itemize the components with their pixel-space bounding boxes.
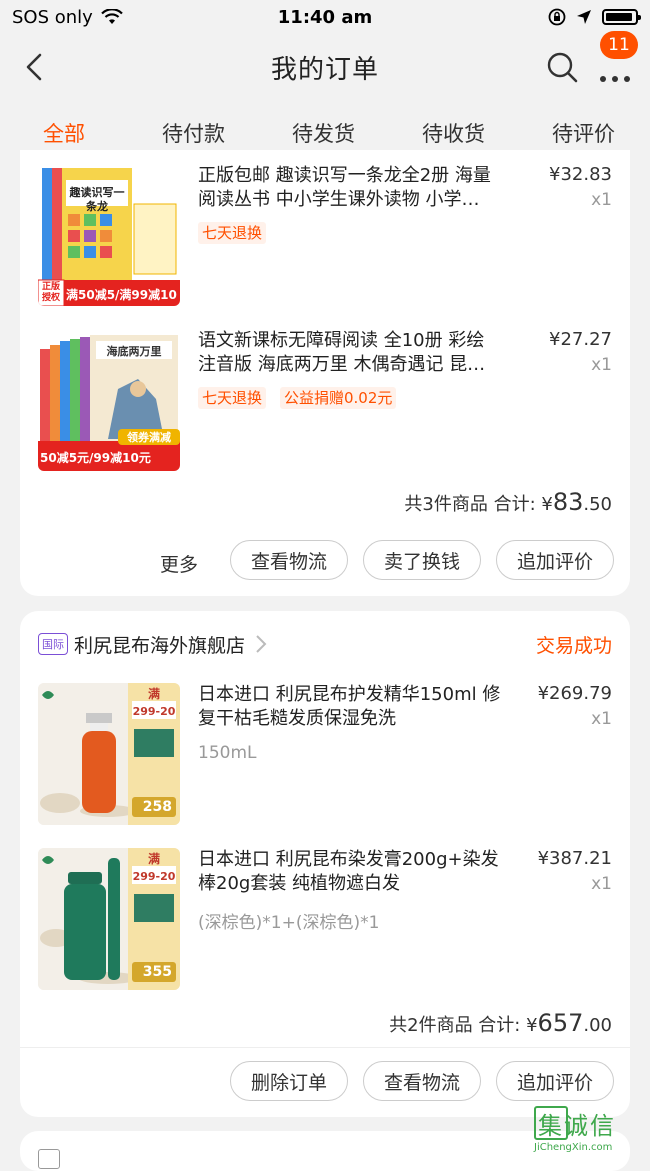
more-actions-link[interactable]: 更多: [160, 550, 198, 577]
charity-donation-tag: 公益捐赠0.02元: [280, 387, 397, 409]
rotation-lock-icon: [548, 8, 566, 26]
order-item[interactable]: 满 299-20 258 日本进口 利尻昆布护发精华150ml 修 复干枯毛糙发…: [20, 683, 630, 833]
promo-price: 258: [142, 799, 172, 815]
promo-price: 355: [142, 964, 172, 980]
thumb-caption-left: 正版授权: [41, 282, 60, 303]
product-title-line: 注音版 海底两万里 木偶奇遇记 昆…: [198, 354, 486, 375]
return-policy-tag: 七天退换: [198, 222, 267, 244]
shop-icon: [38, 1149, 60, 1169]
product-image[interactable]: 满 299-20 258: [38, 683, 180, 825]
book-title: 海底两万里: [106, 345, 162, 358]
return-policy-tag: 七天退换: [198, 387, 267, 409]
shop-header[interactable]: 国际 利尻昆布海外旗舰店: [38, 629, 267, 659]
promo-full-label: 满: [147, 687, 160, 701]
thumb-caption-right: 满50减5/满99减10: [66, 288, 177, 302]
product-title-line: 语文新课标无障碍阅读 全10册 彩绘: [198, 330, 485, 351]
thumb-caption-bottom: 50减5元/99减10元: [40, 451, 151, 465]
chevron-right-icon[interactable]: [255, 634, 267, 654]
search-icon[interactable]: [545, 50, 579, 84]
delete-order-button[interactable]: 删除订单: [230, 1061, 348, 1101]
product-price: ¥387.21: [537, 848, 612, 869]
order-card[interactable]: 趣读识写一条龙 正版授权 满50减5/满99减10 正版包邮 趣读识写一条龙全2…: [20, 150, 630, 596]
promo-label: 299-20: [132, 870, 176, 883]
add-review-button[interactable]: 追加评价: [496, 1061, 614, 1101]
nav-bar: 我的订单: [0, 34, 650, 100]
product-title[interactable]: 语文新课标无障碍阅读 全10册 彩绘 注音版 海底两万里 木偶奇遇记 昆…: [198, 329, 518, 377]
international-tag: 国际: [38, 633, 68, 655]
book-title: 趣读识写一条龙: [69, 186, 125, 213]
product-variant: 150mL: [198, 743, 257, 763]
thumb-caption-top: 领券满减: [127, 431, 171, 444]
order-item[interactable]: 海底两万里 领券满减 50减5元/99减10元 语文新课标无障碍阅读 全10册 …: [20, 329, 630, 479]
product-title-line: 棒20g套装 纯植物遮白发: [198, 873, 401, 894]
product-quantity: x1: [591, 355, 612, 375]
order-total-decimal: .00: [583, 1015, 612, 1036]
product-title-line: 日本进口 利尻昆布护发精华150ml 修: [198, 684, 501, 705]
product-variant: (深棕色)*1+(深棕色)*1: [198, 913, 380, 933]
page-title: 我的订单: [270, 54, 379, 85]
product-title-line: 正版包邮 趣读识写一条龙全2册 海量: [198, 165, 491, 186]
view-logistics-button[interactable]: 查看物流: [230, 540, 348, 580]
tab-pending-shipment[interactable]: 待发货: [292, 118, 355, 148]
tab-pending-payment[interactable]: 待付款: [162, 118, 225, 148]
tab-pending-receipt[interactable]: 待收货: [422, 118, 485, 148]
divider: [20, 1047, 630, 1048]
order-status: 交易成功: [535, 635, 612, 657]
tab-all[interactable]: 全部: [43, 118, 85, 148]
order-total-decimal: .50: [583, 494, 612, 515]
order-total: 共3件商品 合计: ¥83.50: [404, 488, 612, 516]
order-total: 共2件商品 合计: ¥657.00: [389, 1009, 612, 1037]
product-title-line: 复干枯毛糙发质保湿免洗: [198, 708, 396, 729]
carrier-label: SOS only: [12, 6, 93, 28]
add-review-button[interactable]: 追加评价: [496, 540, 614, 580]
product-title[interactable]: 正版包邮 趣读识写一条龙全2册 海量 阅读丛书 中小学生课外读物 小学…: [198, 164, 518, 212]
product-quantity: x1: [591, 190, 612, 210]
order-total-integer: 83: [552, 488, 584, 516]
product-title[interactable]: 日本进口 利尻昆布染发膏200g+染发 棒20g套装 纯植物遮白发: [198, 848, 518, 896]
order-item[interactable]: 满 299-20 355 日本进口 利尻昆布染发膏200g+染发 棒20g套装 …: [20, 848, 630, 998]
product-price: ¥27.27: [549, 329, 612, 350]
product-quantity: x1: [591, 874, 612, 894]
battery-icon: [602, 9, 641, 25]
resell-button[interactable]: 卖了换钱: [363, 540, 481, 580]
product-image[interactable]: 趣读识写一条龙 正版授权 满50减5/满99减10: [38, 164, 180, 306]
notification-badge: 11: [600, 31, 638, 59]
location-icon: [577, 10, 591, 24]
product-quantity: x1: [591, 709, 612, 729]
tab-pending-review[interactable]: 待评价: [552, 118, 615, 148]
status-right: [548, 8, 641, 26]
status-time: 11:40 am: [277, 6, 373, 28]
status-left: SOS only: [12, 7, 123, 28]
product-title-line: 日本进口 利尻昆布染发膏200g+染发: [198, 849, 499, 870]
view-logistics-button[interactable]: 查看物流: [363, 1061, 481, 1101]
watermark-text: 集诚信: [538, 1112, 616, 1140]
product-price: ¥32.83: [549, 164, 612, 185]
order-total-prefix: 共2件商品 合计: ¥: [389, 1015, 538, 1036]
order-item[interactable]: 趣读识写一条龙 正版授权 满50减5/满99减10 正版包邮 趣读识写一条龙全2…: [20, 164, 630, 314]
product-title-line: 阅读丛书 中小学生课外读物 小学…: [198, 189, 480, 210]
product-title[interactable]: 日本进口 利尻昆布护发精华150ml 修 复干枯毛糙发质保湿免洗: [198, 683, 518, 731]
back-icon[interactable]: [22, 52, 52, 82]
order-total-prefix: 共3件商品 合计: ¥: [404, 494, 553, 515]
wifi-icon: [101, 9, 123, 24]
product-price: ¥269.79: [537, 683, 612, 704]
order-total-integer: 657: [537, 1009, 584, 1037]
product-image[interactable]: 满 299-20 355: [38, 848, 180, 990]
shop-name[interactable]: 利尻昆布海外旗舰店: [74, 631, 245, 658]
status-bar: SOS only 11:40 am: [0, 0, 650, 34]
product-image[interactable]: 海底两万里 领券满减 50减5元/99减10元: [38, 329, 180, 471]
watermark-logo: 集诚信 JiChengXin.com: [534, 1106, 650, 1155]
order-card[interactable]: 国际 利尻昆布海外旗舰店 交易成功 满 299-20 258 日本进口 利尻昆布…: [20, 611, 630, 1117]
promo-full-label: 满: [147, 852, 160, 866]
watermark-url: JiChengXin.com: [534, 1142, 613, 1153]
promo-label: 299-20: [132, 705, 176, 718]
